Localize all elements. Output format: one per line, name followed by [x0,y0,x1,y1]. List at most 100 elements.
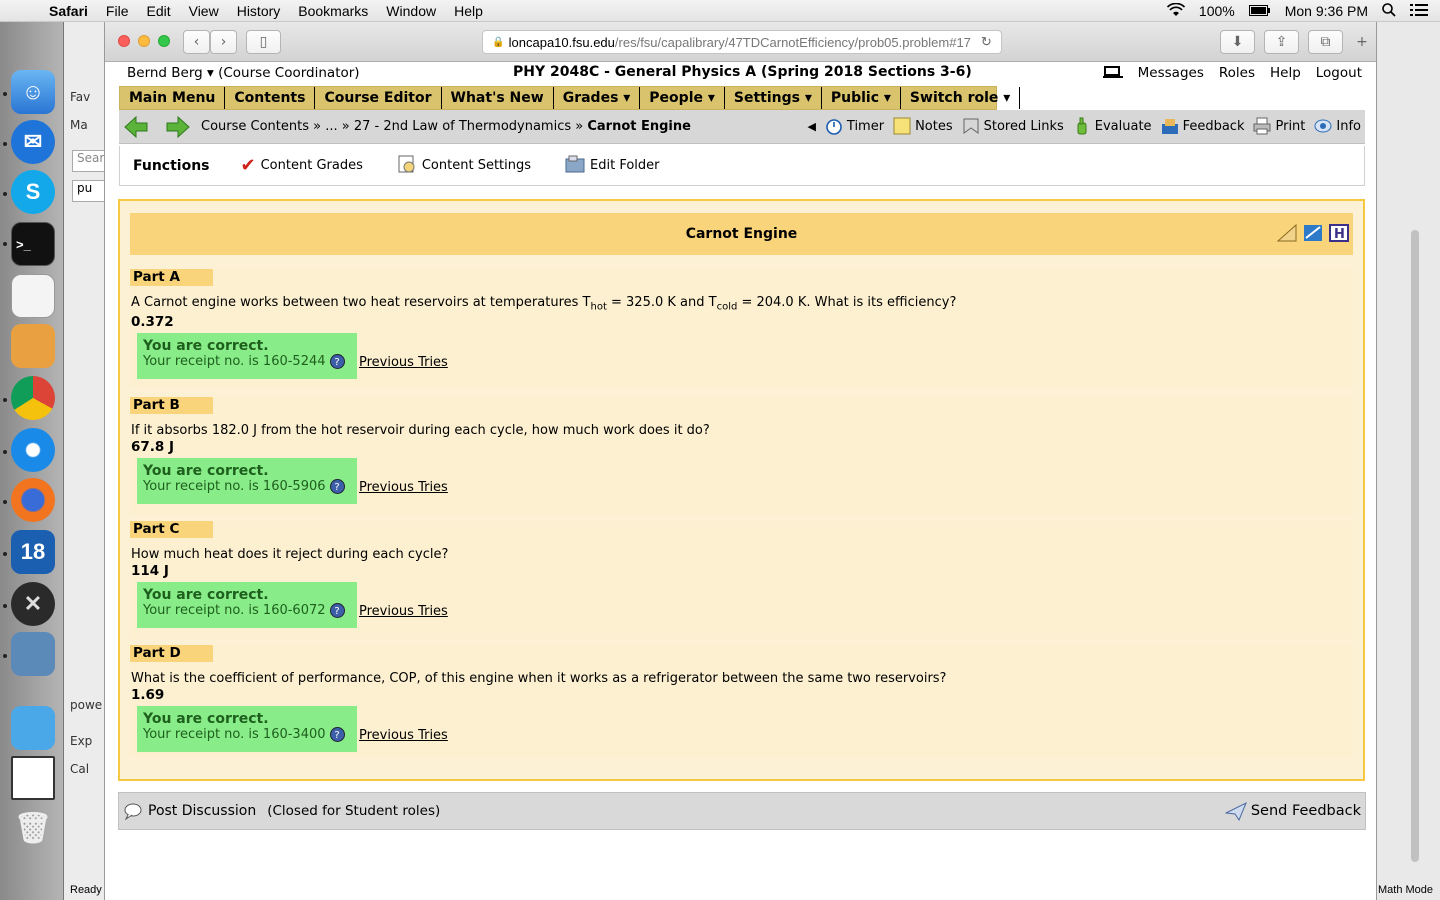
info-tool[interactable]: Info [1314,117,1361,135]
clock[interactable]: Mon 9:36 PM [1285,3,1368,19]
feedback-tool[interactable]: Feedback [1161,117,1244,135]
previous-tries-link[interactable]: Previous Tries [359,604,448,619]
thunderbird-icon[interactable]: ✉ [11,120,55,164]
nav-people[interactable]: People ▾ [640,87,725,109]
spotlight-search-icon[interactable] [1382,2,1396,20]
bg-scrollbar[interactable] [1411,230,1419,862]
new-tab-button[interactable]: + [1351,30,1373,54]
chrome-icon[interactable] [11,376,55,420]
trash-icon[interactable]: 🗑 [11,806,55,850]
nav-whats-new[interactable]: What's New [442,87,554,109]
zoom-window-button[interactable] [158,35,170,47]
finder-icon[interactable]: ☺ [11,70,55,114]
edit-email-icon[interactable] [1303,224,1323,242]
menu-help[interactable]: Help [445,3,492,19]
collapse-tools-icon[interactable]: ◀ [807,120,815,133]
help-question-icon[interactable]: ? [329,479,345,494]
x11-icon[interactable]: ✕ [11,582,55,626]
tabs-overview-button[interactable]: ⧉ [1308,30,1343,54]
safari-icon[interactable] [11,428,55,472]
nav-settings[interactable]: Settings ▾ [725,87,822,109]
help-question-icon[interactable]: ? [329,354,345,369]
calculator-icon[interactable] [11,324,55,368]
url-path: /res/fsu/capalibrary/47TDCarnotEfficienc… [614,34,971,50]
nav-public[interactable]: Public ▾ [822,87,901,109]
textedit-icon[interactable] [11,274,55,318]
preview-icon[interactable] [11,632,55,676]
send-feedback-link[interactable]: Send Feedback [1224,801,1361,821]
battery-percent[interactable]: 100% [1199,3,1235,19]
close-window-button[interactable] [118,35,130,47]
bg-search-box[interactable]: Sear [72,150,105,172]
breadcrumb-current: Carnot Engine [587,119,691,134]
nav-grades[interactable]: Grades ▾ [554,87,641,109]
page-tools: ◀ Timer Notes Stored Links Evaluate Feed… [807,117,1361,135]
post-discussion-link[interactable]: Post Discussion [123,802,256,820]
previous-tries-link[interactable]: Previous Tries [359,480,448,495]
menu-file[interactable]: File [97,3,138,19]
settings-doc-icon [397,154,417,178]
nav-contents[interactable]: Contents [225,87,316,109]
sidebar-toggle-button[interactable]: ▯ [246,30,281,54]
hint-h-icon[interactable]: H [1329,224,1349,242]
previous-tries-link[interactable]: Previous Tries [359,728,448,743]
running-indicator [3,604,7,608]
receipt-text: Your receipt no. is 160-6072 [143,603,326,618]
terminal-icon[interactable]: >_ [11,222,55,266]
monitor-icon[interactable] [1102,65,1123,79]
receipt-row: Your receipt no. is 160-5906? [143,479,351,494]
print-tool[interactable]: Print [1253,117,1305,135]
part-label: Part A [130,269,213,286]
content-grades-link[interactable]: ✔ Content Grades [241,155,363,176]
bg-input-box[interactable]: pu [72,180,105,202]
skype-icon[interactable]: S [11,170,55,214]
question-text: How much heat does it reject during each… [131,547,449,562]
back-button[interactable]: ‹ [183,30,210,54]
menu-view[interactable]: View [180,3,228,19]
help-question-icon[interactable]: ? [329,603,345,618]
logout-link[interactable]: Logout [1316,65,1362,81]
edit-folder-link[interactable]: Edit Folder [565,155,660,177]
document-thumbnail-icon[interactable] [11,756,55,800]
address-bar[interactable]: 🔒 loncapa10.fsu.edu /res/fsu/capalibrary… [482,30,1002,54]
wifi-icon[interactable] [1166,2,1185,20]
roles-link[interactable]: Roles [1219,65,1255,81]
checkmark-icon: ✔ [240,155,256,176]
main-navigation: Main Menu Contents Course Editor What's … [119,86,1021,110]
firefox-icon[interactable] [11,478,55,522]
menu-bookmarks[interactable]: Bookmarks [289,3,377,19]
bg-fragment-exp: Exp [70,734,93,748]
user-role-menu[interactable]: Bernd Berg ▾ (Course Coordinator) [127,65,360,81]
reload-icon[interactable]: ↻ [981,34,992,50]
downloads-folder-icon[interactable] [11,706,55,750]
stored-links-tool[interactable]: Stored Links [962,117,1064,135]
timer-tool[interactable]: Timer [825,117,884,135]
evaluate-tool[interactable]: Evaluate [1073,117,1152,135]
menu-window[interactable]: Window [377,3,445,19]
maple-icon[interactable]: 18 [11,530,55,574]
minimize-window-button[interactable] [138,35,150,47]
content-settings-link[interactable]: Content Settings [397,154,531,178]
nav-course-editor[interactable]: Course Editor [315,87,442,109]
help-question-icon[interactable]: ? [329,727,345,742]
question-text: What is the coefficient of performance, … [131,671,947,686]
share-button[interactable]: ⇪ [1264,30,1299,54]
nav-switch-role[interactable]: Switch role ▾ [901,87,1021,109]
menu-history[interactable]: History [228,3,290,19]
bookmark-icon [962,117,980,135]
notification-center-icon[interactable] [1410,3,1428,19]
notes-tool[interactable]: Notes [893,117,953,135]
messages-link[interactable]: Messages [1138,65,1204,81]
menu-app-name[interactable]: Safari [40,3,97,19]
previous-tries-link[interactable]: Previous Tries [359,355,448,370]
subscript-hot: hot [590,301,607,313]
breadcrumb-path[interactable]: Course Contents » ... » 27 - 2nd Law of … [201,119,583,134]
help-link[interactable]: Help [1270,65,1301,81]
forward-button[interactable]: › [210,30,237,54]
next-page-arrow-icon[interactable] [165,115,191,139]
downloads-button[interactable]: ⬇ [1220,30,1255,54]
previous-page-arrow-icon[interactable] [123,115,149,139]
menu-edit[interactable]: Edit [137,3,179,19]
nav-main-menu[interactable]: Main Menu [120,87,226,109]
ruler-triangle-icon[interactable] [1277,224,1297,242]
